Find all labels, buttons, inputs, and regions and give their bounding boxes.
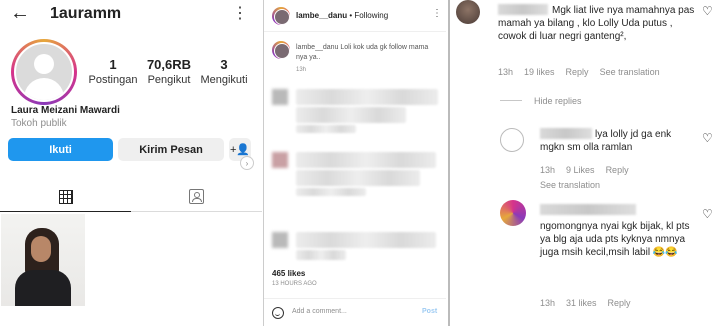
heart-icon[interactable]: ♡ [702,131,713,145]
comment-time: 13h [540,165,556,175]
post-thumbnail[interactable] [1,214,85,306]
heart-icon[interactable]: ♡ [702,4,713,18]
comment-text: lya lolly jd ga enk mgkn sm olla ramlan [540,129,672,153]
profile-panel: ← 1auramm ⋮ 1 Postingan 70,6RB Pengikut … [0,0,262,326]
comment-blurred [296,107,406,123]
stat-followers-value: 70,6RB [146,57,192,72]
caption-time: 13h [296,67,307,73]
stat-following-value: 3 [220,57,228,72]
comment-meta: 13h 19 likes Reply See translation [498,67,660,77]
profile-username: 1auramm [50,5,122,22]
hide-replies-link[interactable]: Hide replies [534,96,582,106]
profile-full-name: Laura Meizani Mawardi [11,105,120,116]
comment-blurred [296,152,436,168]
more-options-icon[interactable]: ⋮ [432,8,442,19]
heart-icon[interactable]: ♡ [702,207,713,221]
profile-category: Tokoh publik [11,118,67,129]
stat-posts-value: 1 [109,57,117,72]
comment-time: 13h [498,67,514,77]
comments-panel: Mgk liat live nya mamahnya pas mamah ya … [448,0,720,326]
comment-text: ngomongnya nyai kgk bijak, kl pts ya blg… [540,221,690,258]
comment-avatar-blurred [272,89,288,105]
post-panel: lambe__danu • Following ⋮ lambe__danu Lo… [263,0,446,326]
commenter-avatar[interactable] [456,0,480,24]
likes-count[interactable]: 465 likes [272,269,305,278]
stat-following-label: Mengikuti [200,74,248,86]
post-header: lambe__danu • Following ⋮ [264,0,446,32]
comment-likes[interactable]: 31 likes [566,298,597,308]
comment-input[interactable]: Add a comment... [292,308,347,315]
reply-link[interactable]: Reply [566,67,589,77]
tagged-person-icon [189,189,204,204]
comment-blurred [296,170,420,186]
divider [500,100,522,101]
comment-blurred [296,125,356,133]
stat-posts[interactable]: 1 Postingan [88,57,138,86]
back-arrow-icon[interactable]: ← [10,2,30,25]
post-author[interactable]: lambe__danu • Following [296,11,388,20]
stat-followers[interactable]: 70,6RB Pengikut [140,57,198,86]
post-age: 13 HOURS AGO [272,281,317,287]
stat-posts-label: Postingan [88,74,138,86]
comment-meta: 13h 31 likes Reply [540,298,631,308]
comment-meta: See translation [540,180,600,190]
caption-avatar[interactable] [272,41,290,59]
emoji-icon[interactable] [272,307,284,319]
see-translation-link[interactable]: See translation [600,67,660,77]
comment-blurred [296,188,366,196]
comment-blurred [296,250,346,260]
tab-posts-grid[interactable] [0,182,131,212]
post-comment-button[interactable]: Post [422,308,437,315]
message-button[interactable]: Kirim Pesan [118,138,224,161]
comment-blurred [296,89,438,105]
comment-avatar-blurred [272,232,288,248]
comment-likes[interactable]: 19 likes [524,67,555,77]
comment-meta: 13h 9 Likes Reply [540,165,629,175]
more-options-icon[interactable]: ⋮ [232,3,248,23]
stat-followers-label: Pengikut [147,74,191,86]
comment-likes[interactable]: 9 Likes [566,165,595,175]
comment-bar: Add a comment... Post [264,298,446,326]
commenter-avatar[interactable] [500,128,524,152]
comment-text: Mgk liat live nya mamahnya pas mamah ya … [498,5,695,42]
commenter-name-blurred[interactable] [540,204,636,215]
post-caption: lambe__danu Loli kok uda gk follow mama … [296,44,429,61]
see-translation-link[interactable]: See translation [540,180,600,190]
author-avatar[interactable] [272,7,290,25]
commenter-avatar[interactable] [500,200,526,226]
default-avatar-icon [14,42,74,102]
comment-time: 13h [540,298,556,308]
profile-header: ← 1auramm ⋮ [0,0,262,28]
reply-link[interactable]: Reply [608,298,631,308]
comment-blurred [296,232,436,248]
profile-avatar[interactable] [11,39,77,105]
follow-button[interactable]: Ikuti [8,138,113,161]
tab-tagged[interactable] [131,182,262,212]
comment-avatar-blurred [272,152,288,168]
chevron-right-icon[interactable]: › [240,156,254,170]
reply-link[interactable]: Reply [606,165,629,175]
stat-following[interactable]: 3 Mengikuti [198,57,250,86]
grid-icon [58,189,73,204]
